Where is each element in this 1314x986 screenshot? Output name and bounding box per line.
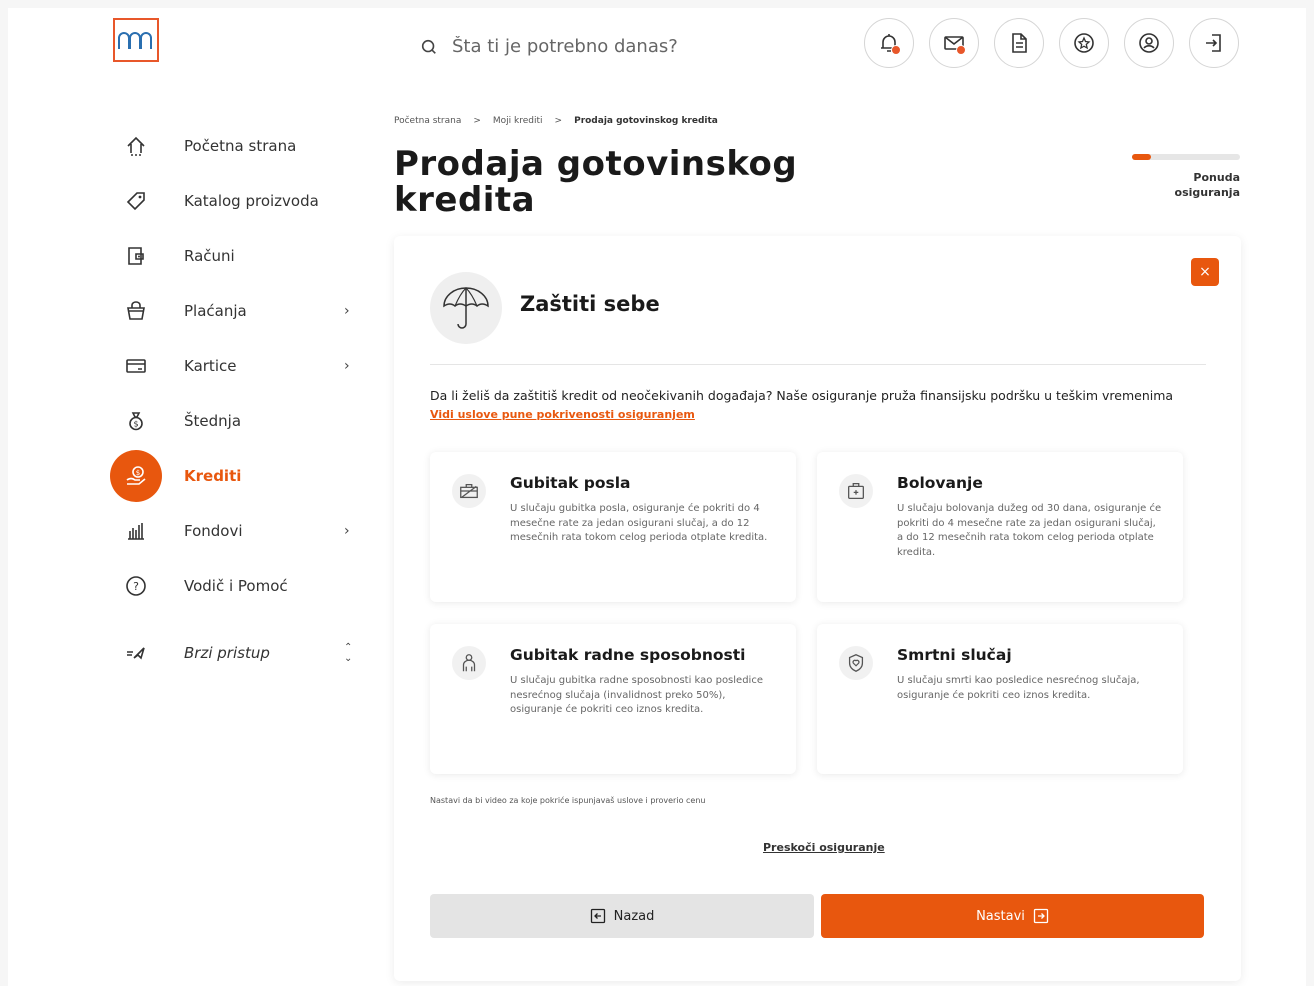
back-button[interactable]: Nazad [430,894,814,938]
tile-title: Gubitak radne sposobnosti [510,646,746,664]
sidebar-item-label: Računi [184,246,235,265]
messages-button[interactable] [929,18,979,68]
svg-text:$: $ [136,469,140,477]
coverage-tile-sick-leave: Bolovanje U slučaju bolovanja dužeg od 3… [817,452,1183,602]
svg-text:?: ? [133,580,139,593]
search-icon [421,39,436,54]
sidebar-item-label: Plaćanja [184,301,247,320]
chevron-right-icon: › [344,357,350,374]
sidebar-item-placanja[interactable]: Plaćanja › [108,283,368,338]
quick-access-label: Brzi pristup [184,643,270,662]
shield-heart-icon [839,646,873,680]
notification-dot [891,45,901,55]
breadcrumb-loans[interactable]: Moji krediti [493,116,543,126]
top-toolbar [864,18,1239,68]
sidebar-item-label: Katalog proizvoda [184,191,319,210]
back-button-label: Nazad [613,908,655,924]
money-bag-icon: $ [110,395,162,447]
tile-text: U slučaju bolovanja dužeg od 30 dana, os… [897,503,1162,558]
progress-fill [1132,154,1152,160]
back-arrow-icon [590,908,605,924]
search-bar[interactable] [420,36,752,57]
tile-title: Smrtni slučaj [897,646,1012,664]
breadcrumb-separator: > [473,116,481,126]
profile-icon [1139,33,1159,53]
coverage-tile-death: Smrtni slučaj U slučaju smrti kao posled… [817,624,1183,774]
bank-logo[interactable] [113,18,159,62]
tile-text: U slučaju gubitka posla, osiguranje će p… [510,503,768,543]
sidebar-item-fondovi[interactable]: Fondovi › [108,503,368,558]
fund-chart-icon [110,505,162,557]
sidebar-item-label: Početna strana [184,136,297,155]
breadcrumb: Početna strana > Moji krediti > Prodaja … [394,116,718,126]
tile-title: Bolovanje [897,474,983,492]
chevron-right-icon: › [344,522,350,539]
coverage-tile-disability: Gubitak radne sposobnosti U slučaju gubi… [430,624,796,774]
continue-button-label: Nastavi [976,908,1025,924]
documents-button[interactable] [994,18,1044,68]
profile-button[interactable] [1124,18,1174,68]
progress-track [1132,154,1240,160]
continue-arrow-icon [1033,908,1049,924]
continue-button[interactable]: Nastavi [821,894,1204,938]
coverage-tile-job-loss: Gubitak posla U slučaju gubitka posla, o… [430,452,796,602]
home-icon [110,120,162,172]
sidebar-item-racuni[interactable]: Računi [108,228,368,283]
sidebar-item-label: Kartice [184,356,237,375]
tile-title: Gubitak posla [510,474,631,492]
sidebar-item-stednja[interactable]: $ Štednja [108,393,368,448]
loan-icon: $ [110,449,162,502]
coverage-terms-link[interactable]: Vidi uslove pune pokrivenosti osiguranje… [430,408,695,421]
person-icon [452,646,486,680]
logout-button[interactable] [1189,18,1239,68]
briefcase-icon [452,474,486,508]
documents-icon [1012,33,1027,53]
hint-text: Nastavi da bi video za koje pokriće ispu… [430,796,706,805]
rewards-icon [1074,33,1094,53]
progress-label: Ponuda osiguranja [1174,171,1240,199]
quick-access-icon [110,627,162,679]
skip-insurance-link[interactable]: Preskoči osiguranje [763,841,885,854]
wallet-icon [110,230,162,282]
help-icon: ? [110,560,162,612]
step-progress: Ponuda osiguranja [1132,154,1240,200]
sidebar-item-label: Krediti [184,466,242,485]
medical-kit-icon [839,474,873,508]
logout-icon [1206,34,1221,52]
basket-icon [110,285,162,337]
logo-arches-icon [118,32,152,49]
sidebar-item-katalog[interactable]: Katalog proizvoda [108,173,368,228]
tile-text: U slučaju gubitka radne sposobnosti kao … [510,675,763,715]
search-input[interactable] [452,36,752,57]
rewards-button[interactable] [1059,18,1109,68]
breadcrumb-separator: > [554,116,563,126]
svg-text:$: $ [133,419,138,428]
message-dot [956,45,966,55]
sidebar-item-vodic[interactable]: ? Vodič i Pomoć [108,558,368,613]
notifications-button[interactable] [864,18,914,68]
tag-icon [110,175,162,227]
divider [430,364,1206,365]
insurance-card: × Zaštiti sebe Da li želiš da zaštitiš k… [394,236,1241,981]
breadcrumb-home[interactable]: Početna strana [394,116,461,126]
sidebar-item-kartice[interactable]: Kartice › [108,338,368,393]
umbrella-icon [430,272,502,344]
tile-text: U slučaju smrti kao posledice nesrećnog … [897,675,1140,701]
chevron-right-icon: › [344,302,350,319]
page-title: Prodaja gotovinskog kredita [394,144,798,220]
sidebar-item-krediti[interactable]: $ Krediti [108,448,368,503]
card-title: Zaštiti sebe [520,292,660,316]
intro-text: Da li želiš da zaštitiš kredit od neoček… [430,388,1174,403]
sidebar-quick-access[interactable]: Brzi pristup ⌃ ⌄ [108,625,368,680]
sidebar-nav: Početna strana Katalog proizvoda Računi … [108,118,368,680]
sidebar-item-pocetna[interactable]: Početna strana [108,118,368,173]
sidebar-item-label: Štednja [184,411,242,430]
close-button[interactable]: × [1191,258,1219,286]
sidebar-item-label: Fondovi [184,521,243,540]
chevron-updown-icon: ⌃ ⌄ [344,641,353,664]
app-window: Početna strana Katalog proizvoda Računi … [8,8,1306,986]
sidebar-item-label: Vodič i Pomoć [184,576,288,595]
card-icon [110,340,162,392]
breadcrumb-current: Prodaja gotovinskog kredita [574,116,718,126]
